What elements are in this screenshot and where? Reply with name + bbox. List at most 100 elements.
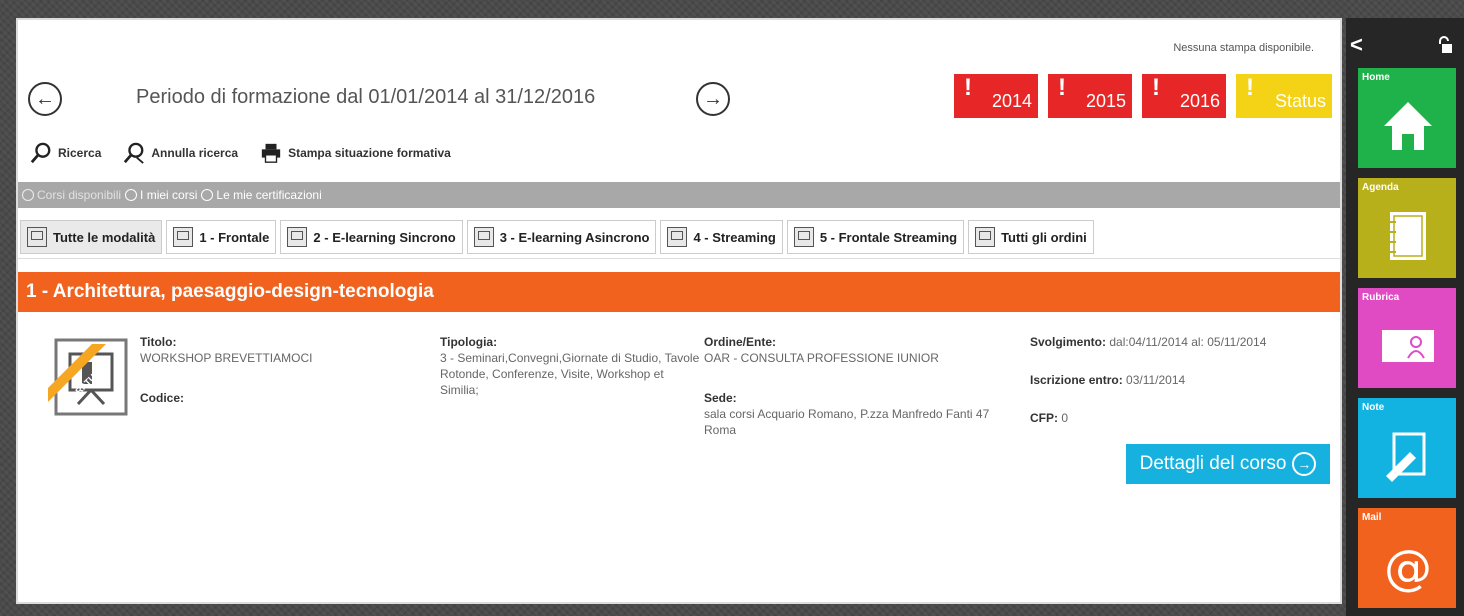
search-icon xyxy=(30,142,51,164)
status-button[interactable]: ! Status xyxy=(1236,74,1332,118)
mode-filters: Tutte le modalità 1 - Frontale 2 - E-lea… xyxy=(20,220,1094,254)
film-icon xyxy=(793,227,814,247)
sede-label: Sede: xyxy=(704,391,737,405)
mode-tutte[interactable]: Tutte le modalità xyxy=(20,220,163,254)
next-period-button[interactable]: → xyxy=(696,82,730,116)
at-sign-icon: @ xyxy=(1384,540,1432,594)
svolgimento-value: dal:04/11/2014 al: 05/11/2014 xyxy=(1109,335,1267,349)
mode-label: 4 - Streaming xyxy=(693,229,776,245)
mode-frontale[interactable]: 1 - Frontale xyxy=(166,220,277,254)
search-icon xyxy=(22,189,34,201)
home-icon xyxy=(1384,102,1432,150)
year-button-2015[interactable]: ! 2015 xyxy=(1048,74,1132,118)
search-label: Ricerca xyxy=(58,146,102,160)
monitor-icon xyxy=(473,227,494,247)
alert-icon: ! xyxy=(964,74,972,101)
sede-field: Sede: sala corsi Acquario Romano, P.zza … xyxy=(704,390,1014,438)
year-label: 2016 xyxy=(1179,91,1220,111)
tile-note[interactable]: Note xyxy=(1358,398,1456,498)
tipologia-value: 3 - Seminari,Convegni,Giornate di Studio… xyxy=(440,351,700,397)
tab-miei-corsi[interactable]: I miei corsi xyxy=(125,188,197,202)
cfp-value: 0 xyxy=(1061,411,1069,425)
ordine-field: Ordine/Ente: OAR - CONSULTA PROFESSIONE … xyxy=(704,334,1014,366)
tab-label: Le mie certificazioni xyxy=(216,188,322,202)
tile-label: Rubrica xyxy=(1362,292,1400,303)
printer-icon xyxy=(261,143,281,163)
tile-label: Home xyxy=(1362,72,1390,83)
titolo-value: WORKSHOP BREVETTIAMOCI xyxy=(140,351,313,365)
mode-label: 1 - Frontale xyxy=(199,229,270,245)
alert-icon: ! xyxy=(1152,74,1160,101)
no-print-notice: Nessuna stampa disponibile. xyxy=(1173,42,1314,54)
mode-streaming[interactable]: 4 - Streaming xyxy=(660,220,783,254)
titolo-label: Titolo: xyxy=(140,335,177,349)
year-label: 2015 xyxy=(1085,91,1126,111)
mode-elearning-sincrono[interactable]: 2 - E-learning Sincrono xyxy=(280,220,463,254)
section-tabs: Corsi disponibili I miei corsi Le mie ce… xyxy=(18,182,1340,208)
svg-text:@: @ xyxy=(1384,540,1432,594)
alert-icon: ! xyxy=(1058,74,1066,101)
film-icon xyxy=(667,227,688,247)
status-label: Status xyxy=(1274,91,1326,111)
tile-mail[interactable]: Mail @ xyxy=(1358,508,1456,608)
course-board-icon: GRATUITO xyxy=(48,338,128,416)
search-icon xyxy=(125,189,138,201)
tab-label: I miei corsi xyxy=(140,188,198,202)
monitor-icon xyxy=(287,227,308,247)
tab-label: Corsi disponibili xyxy=(37,188,122,202)
tile-agenda[interactable]: Agenda xyxy=(1358,178,1456,278)
tile-label: Agenda xyxy=(1362,182,1399,193)
tile-home[interactable]: Home xyxy=(1358,68,1456,168)
ordine-label: Ordine/Ente: xyxy=(704,335,777,349)
year-button-2014[interactable]: ! 2014 xyxy=(954,74,1038,118)
print-button[interactable]: Stampa situazione formativa xyxy=(260,142,451,164)
back-icon[interactable]: < xyxy=(1350,32,1363,58)
ordine-value: OAR - CONSULTA PROFESSIONE IUNIOR xyxy=(704,351,939,365)
contact-card-icon xyxy=(1382,330,1434,362)
cfp-field: CFP: 0 xyxy=(1030,410,1330,426)
search-button[interactable]: Ricerca xyxy=(30,142,101,164)
tab-certificazioni[interactable]: Le mie certificazioni xyxy=(201,188,322,202)
codice-label: Codice: xyxy=(140,391,185,405)
note-pencil-icon xyxy=(1386,432,1426,482)
list-icon xyxy=(27,227,47,247)
unlock-icon[interactable] xyxy=(1436,36,1452,54)
sidebar: < Home Agenda Rubrica Note Mail @ xyxy=(1346,18,1464,616)
board-icon xyxy=(173,227,194,247)
details-label: Dettagli del corso xyxy=(1139,453,1287,474)
mode-label: Tutti gli ordini xyxy=(1001,229,1087,245)
notebook-icon xyxy=(1390,212,1426,260)
list-icon xyxy=(975,227,996,247)
title-field: Titolo: WORKSHOP BREVETTIAMOCI xyxy=(140,334,360,366)
tab-corsi-disponibili[interactable]: Corsi disponibili xyxy=(22,188,121,202)
course-details-button[interactable]: Dettagli del corso → xyxy=(1126,444,1330,484)
svolgimento-label: Svolgimento: xyxy=(1030,335,1107,349)
tile-rubrica[interactable]: Rubrica xyxy=(1358,288,1456,388)
arrow-right-icon: → xyxy=(703,87,723,110)
cancel-search-icon xyxy=(124,142,145,164)
print-label: Stampa situazione formativa xyxy=(288,146,451,160)
category-header: 1 - Architettura, paesaggio-design-tecno… xyxy=(18,272,1340,312)
sidebar-top: < xyxy=(1346,32,1464,62)
cancel-search-button[interactable]: Annulla ricerca xyxy=(123,142,238,164)
codice-field: Codice: xyxy=(140,390,184,406)
divider xyxy=(18,258,1340,259)
main-panel: Nessuna stampa disponibile. ← Periodo di… xyxy=(16,18,1342,604)
year-button-2016[interactable]: ! 2016 xyxy=(1142,74,1226,118)
year-label: 2014 xyxy=(991,91,1032,111)
prev-period-button[interactable]: ← xyxy=(28,82,62,116)
toolbar: Ricerca Annulla ricerca Stampa situazion… xyxy=(30,142,451,164)
mode-label: 5 - Frontale Streaming xyxy=(819,229,958,245)
mode-label: Tutte le modalità xyxy=(53,229,156,245)
mode-tutti-ordini[interactable]: Tutti gli ordini xyxy=(968,220,1094,254)
tipologia-label: Tipologia: xyxy=(440,335,498,349)
mode-label: 3 - E-learning Asincrono xyxy=(499,229,650,245)
mode-elearning-asincrono[interactable]: 3 - E-learning Asincrono xyxy=(466,220,657,254)
iscrizione-value: 03/11/2014 xyxy=(1126,373,1186,387)
alert-icon: ! xyxy=(1246,74,1254,101)
iscrizione-label: Iscrizione entro: xyxy=(1030,373,1123,387)
cfp-label: CFP: xyxy=(1030,411,1058,425)
arrow-left-icon: ← xyxy=(35,87,55,110)
mode-frontale-streaming[interactable]: 5 - Frontale Streaming xyxy=(786,220,965,254)
svolgimento-field: Svolgimento: dal:04/11/2014 al: 05/11/20… xyxy=(1030,334,1330,350)
